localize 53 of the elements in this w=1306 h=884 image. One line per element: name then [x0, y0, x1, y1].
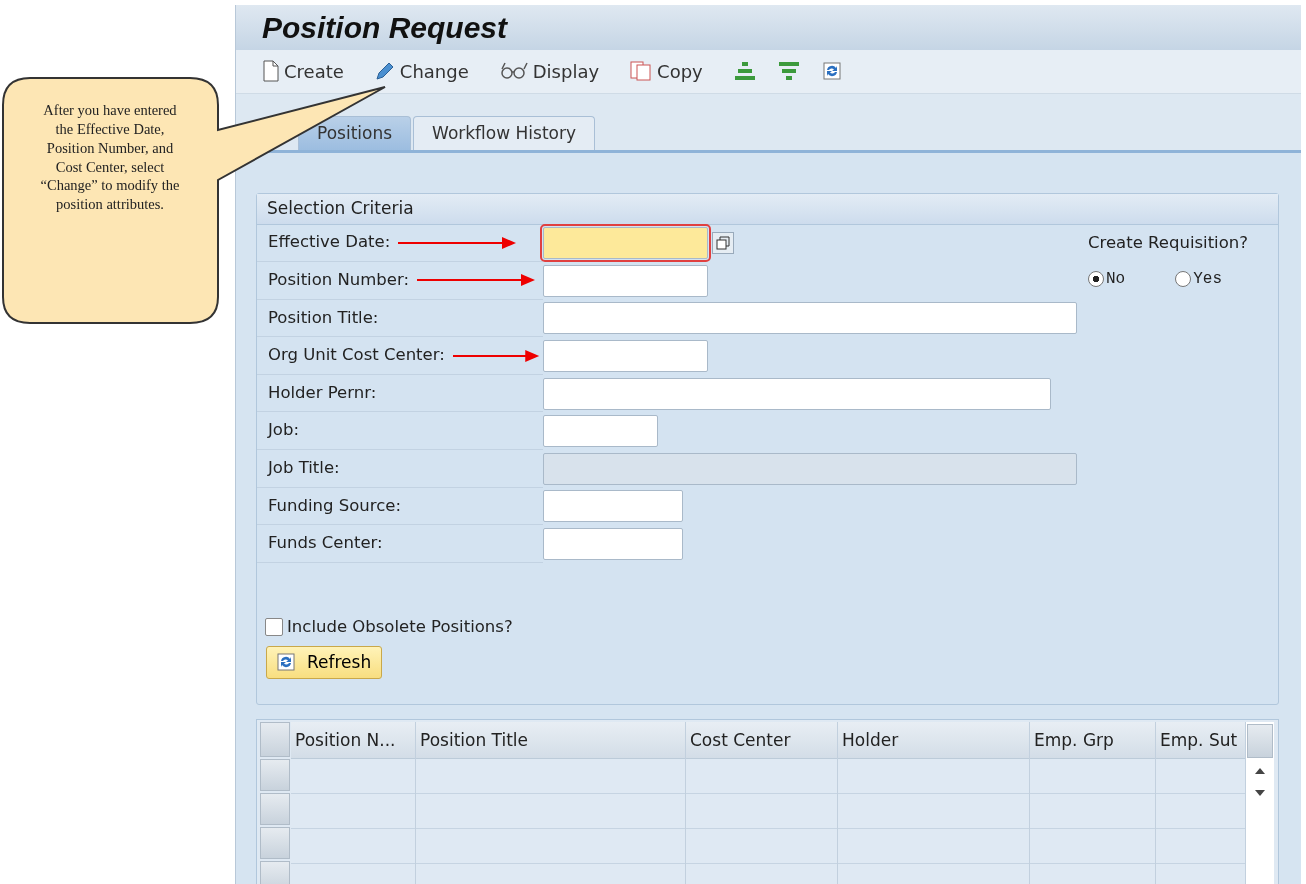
field-label: Job Title: [268, 457, 340, 479]
column-settings-button[interactable] [1247, 724, 1273, 758]
input-field[interactable] [543, 227, 708, 260]
input-field[interactable] [543, 377, 1051, 410]
input-field[interactable] [543, 528, 683, 561]
row-selector[interactable] [260, 793, 290, 825]
copy-icon [629, 60, 654, 83]
requisition-label: Create Requisition? [1088, 232, 1248, 252]
field-label: Org Unit Cost Center: [268, 344, 445, 367]
radio-label: Yes [1193, 269, 1222, 290]
tab[interactable]: Workflow History [413, 115, 595, 150]
row-selector[interactable] [260, 759, 290, 791]
field-label: Position Number: [268, 269, 410, 291]
field-label: Position Title: [268, 306, 379, 329]
column-header[interactable]: Position Title [416, 722, 685, 759]
refresh-icon [275, 651, 297, 674]
scroll-up-icon [1255, 768, 1265, 774]
input-field[interactable] [543, 415, 658, 448]
group-title: Selection Criteria [257, 194, 1278, 225]
checkbox-label: Include Obsolete Positions? [287, 615, 513, 638]
input-field[interactable] [543, 490, 683, 523]
field-label: Holder Pernr: [268, 381, 377, 404]
callout-text: After you have entered the Effective Date, Position Number, and Cost Center, select “Change” to modify the position attributes. [40, 101, 180, 215]
refresh-button[interactable]: Refresh [266, 645, 383, 680]
column-header[interactable]: Cost Center [686, 722, 837, 759]
column-header[interactable]: Position N... [291, 722, 415, 759]
field-label: Funds Center: [268, 532, 383, 555]
field-label: Funding Source: [268, 494, 401, 517]
select-all-button[interactable] [260, 722, 290, 757]
column-header[interactable]: Emp. Sut [1156, 722, 1245, 759]
input-field[interactable] [543, 340, 708, 373]
toolbar-button[interactable]: Create [256, 55, 350, 87]
field-label: Effective Date: [268, 231, 391, 254]
pencil-icon [373, 60, 396, 83]
input-field[interactable] [543, 264, 708, 297]
toolbar-button[interactable]: Copy [623, 55, 709, 87]
window-title: Position Request [262, 10, 508, 46]
row-selector[interactable] [260, 861, 290, 884]
scroll-down-icon [1255, 790, 1265, 796]
radio-label: No [1106, 269, 1126, 290]
checkbox[interactable] [265, 618, 283, 637]
row-selector[interactable] [260, 827, 290, 859]
column-header[interactable]: Holder [838, 722, 1029, 759]
toolbar-button[interactable]: Change [367, 55, 475, 87]
column-header[interactable]: Emp. Grp [1030, 722, 1155, 759]
glasses-icon [498, 61, 529, 82]
radio-button[interactable] [1175, 271, 1192, 287]
input-field[interactable] [543, 302, 1077, 335]
radio-button[interactable] [1088, 271, 1104, 287]
toolbar-button[interactable]: Display [492, 55, 606, 87]
document-icon [262, 60, 280, 83]
picker-button[interactable] [712, 232, 734, 255]
field-label: Job: [268, 419, 299, 442]
